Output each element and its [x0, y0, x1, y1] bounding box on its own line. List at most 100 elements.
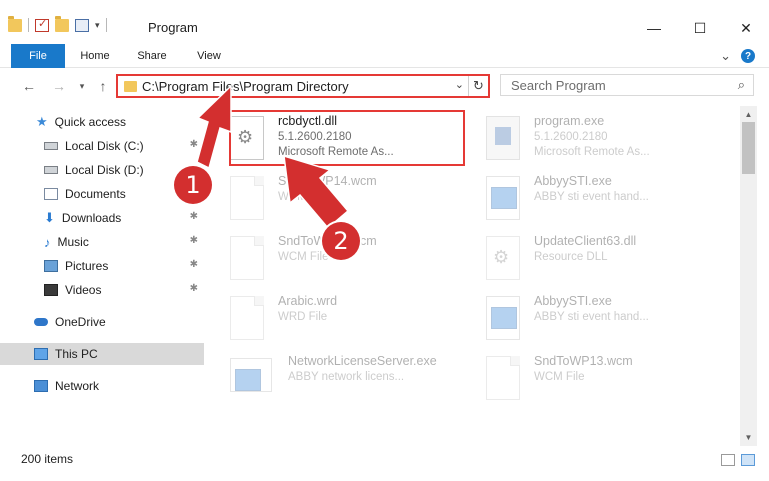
- file-item-updateclient63-dll[interactable]: UpdateClient63.dll Resource DLL: [460, 230, 700, 290]
- pin-icon[interactable]: ✱: [190, 139, 198, 150]
- back-arrow-icon[interactable]: ←: [20, 77, 38, 95]
- pin-icon[interactable]: ✱: [190, 235, 198, 246]
- tab-home[interactable]: Home: [73, 44, 117, 68]
- tab-view[interactable]: View: [189, 44, 229, 68]
- recent-locations-icon[interactable]: ▾: [73, 77, 91, 95]
- properties-check-icon[interactable]: [35, 17, 49, 32]
- sidebar-item-music[interactable]: ♪ Music ✱: [0, 231, 204, 253]
- step-badge-1: 1: [174, 166, 212, 204]
- sidebar-item-onedrive[interactable]: OneDrive: [0, 311, 204, 333]
- file-item-abbyysti-exe[interactable]: AbbyySTI.exe ABBY sti event hand...: [460, 170, 700, 230]
- document-file-icon: [486, 356, 520, 400]
- exe-file-icon: [230, 358, 272, 392]
- file-name: UpdateClient63.dll: [534, 234, 637, 248]
- music-icon: ♪: [44, 234, 51, 250]
- file-name: NetworkLicenseServer.exe: [288, 354, 437, 368]
- sidebar-item-label: Music: [57, 235, 89, 249]
- file-name: SndToWP14.wcm: [278, 174, 377, 188]
- item-count: 200 items: [21, 452, 74, 466]
- address-bar-row: ← → ▾ ↑ C:\Program Files\Program Directo…: [0, 68, 769, 106]
- minimize-button[interactable]: —: [631, 14, 677, 42]
- file-item-networklicenseserver-exe[interactable]: NetworkLicenseServer.exe ABBY network li…: [204, 350, 444, 410]
- sidebar-item-network[interactable]: Network: [0, 375, 204, 397]
- help-icon[interactable]: ?: [741, 49, 755, 63]
- address-bar[interactable]: C:\Program Files\Program Directory ⌄ ↻: [116, 74, 490, 98]
- file-item-sndtowp14-wcm[interactable]: SndToWP14.wcm WCM File: [204, 170, 444, 230]
- pin-icon[interactable]: ✱: [190, 259, 198, 270]
- documents-icon: [44, 188, 58, 200]
- chevron-down-icon[interactable]: ▾: [95, 20, 100, 31]
- file-version: 5.1.2600.2180: [534, 131, 608, 143]
- refresh-icon[interactable]: ↻: [468, 76, 488, 96]
- file-type: Resource DLL: [534, 251, 608, 263]
- large-icons-view-icon[interactable]: [741, 454, 755, 466]
- sidebar-item-pictures[interactable]: Pictures ✱: [0, 255, 204, 277]
- file-name: Arabic.wrd: [278, 294, 338, 308]
- sidebar-item-label: Pictures: [65, 259, 109, 273]
- address-dropdown-icon[interactable]: ⌄: [455, 78, 464, 91]
- file-name: program.exe: [534, 114, 605, 128]
- file-description: ABBY sti event hand...: [534, 311, 649, 323]
- sidebar-item-quick-access[interactable]: ★ Quick access: [0, 111, 204, 133]
- drive-icon: [44, 166, 58, 174]
- sidebar-item-label: Local Disk (D:): [65, 163, 144, 177]
- file-description: Microsoft Remote As...: [534, 146, 650, 158]
- star-icon: ★: [36, 114, 48, 129]
- expand-ribbon-icon[interactable]: ⌄: [720, 48, 731, 64]
- sidebar-item-label: This PC: [55, 347, 98, 361]
- sidebar-item-this-pc[interactable]: This PC: [0, 343, 204, 365]
- vertical-scrollbar[interactable]: ▲ ▼: [740, 106, 757, 446]
- exe-file-icon: [486, 116, 520, 160]
- network-icon: [34, 380, 48, 392]
- scroll-thumb[interactable]: [742, 122, 755, 174]
- file-item-sndtowp13-wcm-2[interactable]: SndToWP13.wcm WCM File: [460, 350, 700, 410]
- address-path[interactable]: C:\Program Files\Program Directory: [142, 79, 349, 94]
- sidebar-item-label: Documents: [65, 187, 126, 201]
- forward-arrow-icon[interactable]: →: [50, 77, 68, 95]
- document-file-icon: [230, 176, 264, 220]
- search-icon[interactable]: ⌕: [738, 77, 745, 93]
- tab-share[interactable]: Share: [132, 44, 172, 68]
- cloud-icon: [34, 318, 48, 326]
- file-name: AbbyySTI.exe: [534, 174, 612, 188]
- status-bar: 200 items: [0, 446, 769, 481]
- close-button[interactable]: ✕: [723, 14, 769, 42]
- maximize-button[interactable]: ☐: [677, 14, 723, 42]
- dll-file-icon: [486, 236, 520, 280]
- file-name: AbbyySTI.exe: [534, 294, 612, 308]
- up-arrow-icon[interactable]: ↑: [94, 77, 112, 95]
- scroll-up-icon[interactable]: ▲: [740, 106, 757, 123]
- file-type: WRD File: [278, 311, 328, 323]
- window-title: Program: [148, 20, 198, 35]
- scroll-down-icon[interactable]: ▼: [740, 429, 757, 446]
- sidebar-item-local-disk-c[interactable]: Local Disk (C:) ✱: [0, 135, 204, 157]
- file-highlight-box: [229, 110, 465, 166]
- search-input[interactable]: Search Program ⌕: [500, 74, 754, 96]
- file-type: WCM File: [278, 251, 329, 263]
- ribbon: File Home Share View ⌄ ?: [0, 44, 769, 104]
- pin-icon[interactable]: ✱: [190, 283, 198, 294]
- customize-toolbar-icon[interactable]: [75, 18, 89, 32]
- details-view-icon[interactable]: [721, 454, 735, 466]
- sidebar-item-videos[interactable]: Videos ✱: [0, 279, 204, 301]
- quick-access-toolbar: ▾: [8, 15, 107, 32]
- file-name: SndToWP13.wcm: [534, 354, 633, 368]
- divider: [105, 18, 107, 32]
- file-type: WCM File: [534, 371, 585, 383]
- file-item-abbyysti-exe-2[interactable]: AbbyySTI.exe ABBY sti event hand...: [460, 290, 700, 350]
- file-item-program-exe[interactable]: program.exe 5.1.2600.2180 Microsoft Remo…: [460, 110, 700, 170]
- new-folder-icon[interactable]: [55, 15, 69, 32]
- download-icon: ⬇: [44, 210, 55, 225]
- sidebar-item-downloads[interactable]: ⬇ Downloads ✱: [0, 207, 204, 229]
- file-item-arabic-wrd[interactable]: Arabic.wrd WRD File: [204, 290, 444, 350]
- divider: [28, 18, 29, 32]
- search-placeholder: Search Program: [511, 78, 606, 93]
- file-description: ABBY sti event hand...: [534, 191, 649, 203]
- exe-file-icon: [486, 296, 520, 340]
- file-description: ABBY network licens...: [288, 371, 405, 383]
- sidebar-item-label: Quick access: [54, 115, 127, 129]
- pin-icon[interactable]: ✱: [190, 211, 198, 222]
- sidebar-item-local-disk-d[interactable]: Local Disk (D:): [0, 159, 204, 181]
- pictures-icon: [44, 260, 58, 272]
- step-badge-2: 2: [322, 222, 360, 260]
